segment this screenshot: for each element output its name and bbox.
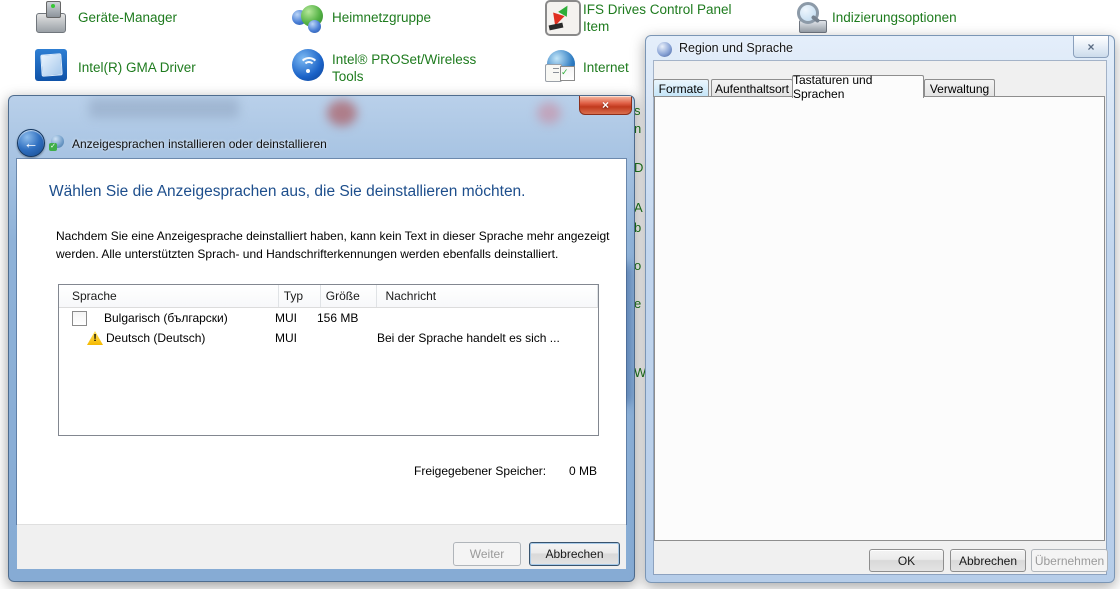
bg-text-fragment: n: [634, 121, 645, 136]
region-und-sprache-dialog: Region und Sprache × Formate Aufenthalts…: [645, 35, 1115, 583]
tab-aufenthaltsort[interactable]: Aufenthaltsort: [711, 79, 793, 97]
tab-tastaturen-und-sprachen[interactable]: Tastaturen und Sprachen: [792, 75, 924, 98]
freed-space-label: Freigegebener Speicher:: [414, 464, 546, 478]
abbrechen-button[interactable]: Abbrechen: [529, 542, 620, 566]
display-languages-dialog: × ← ✓ Anzeigesprachen installieren oder …: [8, 95, 635, 582]
ifs-drives-icon[interactable]: [545, 0, 581, 36]
page-title: Wählen Sie die Anzeigesprachen aus, die …: [49, 183, 526, 201]
cp-item-indizierungsoptionen[interactable]: Indizierungsoptionen: [832, 9, 957, 26]
uebernehmen-button[interactable]: Übernehmen: [1031, 549, 1108, 572]
window-title: Region und Sprache: [679, 41, 793, 55]
bg-text-fragment: A: [634, 200, 645, 215]
bg-text-fragment: e: [634, 296, 645, 311]
language-message: Bei der Sprache handelt es sich ...: [369, 328, 594, 348]
languages-table: Sprache Typ Größe Nachricht Bulgarisch (…: [58, 284, 599, 436]
column-header-nachricht[interactable]: Nachricht: [377, 285, 598, 307]
bg-text-fragment: o: [634, 258, 645, 273]
intel-gma-icon[interactable]: [35, 49, 67, 81]
table-row-bulgarisch[interactable]: Bulgarisch (български) MUI 156 MB: [59, 308, 598, 328]
back-button[interactable]: ←: [17, 129, 45, 157]
freed-space-value: 0 MB: [569, 464, 597, 478]
cp-item-internet[interactable]: Internet: [583, 59, 633, 76]
abbrechen-button[interactable]: Abbrechen: [950, 549, 1026, 572]
cp-item-geraete-manager[interactable]: Geräte-Manager: [78, 9, 177, 26]
bg-text-fragment: b: [634, 220, 645, 235]
language-typ: MUI: [270, 308, 312, 328]
tab-page: [654, 96, 1105, 541]
close-icon: ×: [1087, 40, 1094, 54]
language-size: [312, 328, 369, 348]
close-button[interactable]: ×: [1073, 36, 1109, 58]
dialog-address-title: Anzeigesprachen installieren oder deinst…: [72, 137, 327, 151]
language-name: Bulgarisch (български): [104, 311, 228, 325]
glass-blur-blob: [537, 102, 561, 124]
table-header: Sprache Typ Größe Nachricht: [59, 285, 598, 308]
cp-item-ifs-drives[interactable]: IFS Drives Control Panel Item: [583, 1, 743, 35]
back-arrow-icon: ←: [24, 135, 39, 152]
weiter-button[interactable]: Weiter: [453, 542, 521, 566]
language-message: [369, 308, 594, 328]
language-typ: MUI: [270, 328, 312, 348]
cp-item-intel-gma[interactable]: Intel(R) GMA Driver: [78, 59, 196, 76]
internet-options-icon[interactable]: ✓: [545, 50, 577, 82]
tab-verwaltung[interactable]: Verwaltung: [924, 79, 995, 97]
indexing-options-icon[interactable]: [793, 2, 827, 34]
tab-formate[interactable]: Formate: [653, 79, 709, 97]
bg-text-fragment: D: [634, 160, 645, 175]
close-button[interactable]: ×: [579, 96, 632, 115]
language-checkbox[interactable]: [72, 311, 87, 326]
homegroup-icon[interactable]: [292, 2, 326, 34]
glass-blur-blob: [89, 98, 239, 118]
warning-icon: !: [87, 331, 103, 345]
bg-text-fragment: W: [634, 365, 645, 380]
region-clock-icon: [657, 42, 672, 57]
intel-proset-icon[interactable]: [292, 49, 324, 81]
column-header-groesse[interactable]: Größe: [321, 285, 378, 307]
cp-item-intel-proset[interactable]: Intel® PROSet/Wireless Tools: [332, 51, 502, 85]
description-text: Nachdem Sie eine Anzeigesprache deinstal…: [56, 227, 610, 263]
language-size: 156 MB: [312, 308, 369, 328]
bg-text-fragment: s: [634, 103, 645, 118]
glass-blur-blob: [327, 100, 357, 126]
ok-button[interactable]: OK: [869, 549, 944, 572]
close-icon: ×: [602, 98, 609, 112]
language-name: Deutsch (Deutsch): [106, 331, 205, 345]
cp-item-heimnetzgruppe[interactable]: Heimnetzgruppe: [332, 9, 431, 26]
column-header-sprache[interactable]: Sprache: [59, 285, 279, 307]
table-row-deutsch[interactable]: ! Deutsch (Deutsch) MUI Bei der Sprache …: [59, 328, 598, 348]
display-language-icon: ✓: [49, 135, 65, 151]
column-header-typ[interactable]: Typ: [279, 285, 321, 307]
device-manager-icon[interactable]: [35, 1, 67, 33]
